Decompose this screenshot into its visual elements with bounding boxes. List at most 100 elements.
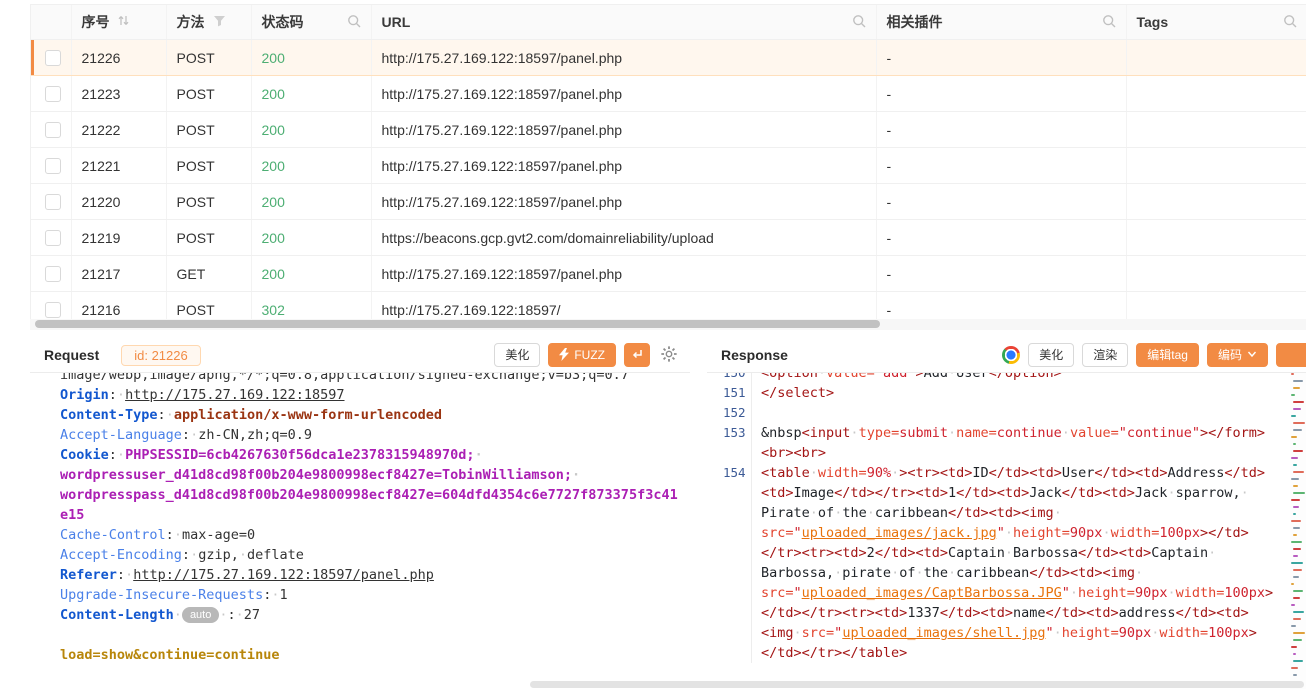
- row-checkbox[interactable]: [45, 266, 61, 282]
- cell-url: https://beacons.gcp.gvt2.com/domainrelia…: [371, 220, 876, 256]
- request-code-line: Accept-Language:·zh-CN,zh;q=0.9: [60, 425, 680, 445]
- column-header-tags[interactable]: Tags: [1126, 5, 1306, 40]
- cell-tags: [1126, 40, 1306, 76]
- request-code-line: Content-Length·auto·:·27: [60, 605, 680, 625]
- column-header-status[interactable]: 状态码: [251, 5, 371, 40]
- cell-tags: [1126, 76, 1306, 112]
- auto-chip: auto: [182, 607, 219, 623]
- cell-method: POST: [166, 184, 251, 220]
- send-button[interactable]: [624, 343, 650, 367]
- request-code-line: Origin:·http://175.27.169.122:18597: [60, 385, 680, 405]
- row-checkbox[interactable]: [45, 194, 61, 210]
- column-header-url[interactable]: URL: [371, 5, 876, 40]
- request-code-inner: image/webp,image/apng,*/*;q=0.8,applicat…: [60, 373, 680, 665]
- cell-method: POST: [166, 112, 251, 148]
- button-label: 美化: [1039, 349, 1063, 361]
- request-code-line: Cookie:·PHPSESSID=6cb4267630f56dca1e2378…: [60, 445, 680, 525]
- button-label: 编辑tag: [1147, 349, 1188, 361]
- code-link[interactable]: uploaded_images/CaptBarbossa.JPG: [802, 585, 1062, 601]
- row-checkbox-cell: [31, 148, 71, 184]
- search-icon[interactable]: [1102, 14, 1116, 31]
- response-editor[interactable]: 150<option·value="add">Add·User</option>…: [707, 373, 1306, 689]
- code-link[interactable]: http://175.27.169.122:18597: [125, 387, 344, 403]
- row-checkbox[interactable]: [45, 158, 61, 174]
- cell-tags: [1126, 148, 1306, 184]
- table-row[interactable]: 21223POST200http://175.27.169.122:18597/…: [31, 76, 1306, 112]
- table-header-row: 序号 方法 状态码: [31, 5, 1306, 40]
- column-label-url: URL: [382, 14, 411, 30]
- enter-icon: [631, 348, 643, 362]
- row-checkbox-cell: [31, 76, 71, 112]
- line-number: 153: [707, 423, 751, 463]
- column-header-method[interactable]: 方法: [166, 5, 251, 40]
- cell-tags: [1126, 184, 1306, 220]
- cell-status: 200: [251, 112, 371, 148]
- cell-status: 200: [251, 40, 371, 76]
- column-header-seq[interactable]: 序号: [71, 5, 166, 40]
- beautify-button[interactable]: 美化: [1028, 343, 1074, 367]
- request-code-line: Content-Type:·application/x-www-form-url…: [60, 405, 680, 425]
- cell-plugins: -: [876, 220, 1126, 256]
- cell-seq: 21223: [71, 76, 166, 112]
- row-checkbox[interactable]: [45, 302, 61, 318]
- code-link[interactable]: uploaded_images/jack.jpg: [802, 525, 997, 541]
- chrome-icon[interactable]: [1002, 346, 1020, 364]
- request-panel: Request id: 21226 美化 FUZZ image/webp,ima…: [30, 338, 690, 689]
- row-checkbox[interactable]: [45, 122, 61, 138]
- request-code-line: Accept-Encoding:·gzip,·deflate: [60, 545, 680, 565]
- table-row[interactable]: 21221POST200http://175.27.169.122:18597/…: [31, 148, 1306, 184]
- response-toolbar: 美化 渲染 编辑tag 编码: [1002, 343, 1296, 367]
- cell-tags: [1126, 256, 1306, 292]
- button-label: 编码: [1218, 349, 1242, 361]
- cell-plugins: -: [876, 148, 1126, 184]
- chevron-down-icon: [1247, 349, 1257, 361]
- scrollbar-thumb[interactable]: [35, 320, 880, 328]
- row-checkbox-cell: [31, 220, 71, 256]
- edit-tag-button[interactable]: 编辑tag: [1136, 343, 1199, 367]
- code-link[interactable]: uploaded_images/shell.jpg: [842, 625, 1045, 641]
- toolbar-overflow-button[interactable]: [1276, 343, 1306, 367]
- response-code-line: 153&nbsp<input·type=submit·name=continue…: [707, 423, 1306, 463]
- minimap[interactable]: [1290, 373, 1306, 689]
- table-row[interactable]: 21226POST200http://175.27.169.122:18597/…: [31, 40, 1306, 76]
- row-checkbox[interactable]: [45, 86, 61, 102]
- cell-plugins: -: [876, 76, 1126, 112]
- table-row[interactable]: 21222POST200http://175.27.169.122:18597/…: [31, 112, 1306, 148]
- cell-method: POST: [166, 76, 251, 112]
- line-number: 152: [707, 403, 751, 423]
- cell-seq: 21220: [71, 184, 166, 220]
- line-content: <table·width=90%·><tr><td>ID</td><td>Use…: [751, 463, 1288, 663]
- column-header-plugins[interactable]: 相关插件: [876, 5, 1126, 40]
- response-code-inner: 150<option·value="add">Add·User</option>…: [707, 373, 1306, 663]
- request-editor[interactable]: image/webp,image/apng,*/*;q=0.8,applicat…: [30, 373, 690, 689]
- response-code-line: 151</select>: [707, 383, 1306, 403]
- search-icon[interactable]: [347, 14, 361, 31]
- cell-url: http://175.27.169.122:18597/panel.php: [371, 184, 876, 220]
- settings-button[interactable]: [658, 345, 680, 366]
- table-row[interactable]: 21217GET200http://175.27.169.122:18597/p…: [31, 256, 1306, 292]
- table-row[interactable]: 21219POST200https://beacons.gcp.gvt2.com…: [31, 220, 1306, 256]
- row-checkbox[interactable]: [45, 50, 61, 66]
- request-code-line: Referer:·http://175.27.169.122:18597/pan…: [60, 565, 680, 585]
- button-label: FUZZ: [574, 349, 605, 361]
- render-button[interactable]: 渲染: [1082, 343, 1128, 367]
- cell-method: GET: [166, 256, 251, 292]
- request-code-line: Cache-Control:·max-age=0: [60, 525, 680, 545]
- code-link[interactable]: http://175.27.169.122:18597/panel.php: [133, 567, 434, 583]
- cell-url: http://175.27.169.122:18597/panel.php: [371, 40, 876, 76]
- bottom-scrollbar[interactable]: [530, 681, 1304, 688]
- column-label-tags: Tags: [1137, 14, 1169, 30]
- filter-icon[interactable]: [213, 14, 226, 30]
- table-row[interactable]: 21220POST200http://175.27.169.122:18597/…: [31, 184, 1306, 220]
- fuzz-button[interactable]: FUZZ: [548, 343, 616, 367]
- cell-tags: [1126, 112, 1306, 148]
- beautify-button[interactable]: 美化: [494, 343, 540, 367]
- sort-icon[interactable]: [118, 14, 129, 30]
- encode-button[interactable]: 编码: [1207, 343, 1268, 367]
- search-icon[interactable]: [852, 14, 866, 31]
- row-checkbox[interactable]: [45, 230, 61, 246]
- search-icon[interactable]: [1283, 14, 1297, 31]
- requests-table: 序号 方法 状态码: [30, 4, 1306, 328]
- cell-seq: 21219: [71, 220, 166, 256]
- response-panel: Response 美化 渲染 编辑tag 编码 150<option·value…: [707, 338, 1306, 689]
